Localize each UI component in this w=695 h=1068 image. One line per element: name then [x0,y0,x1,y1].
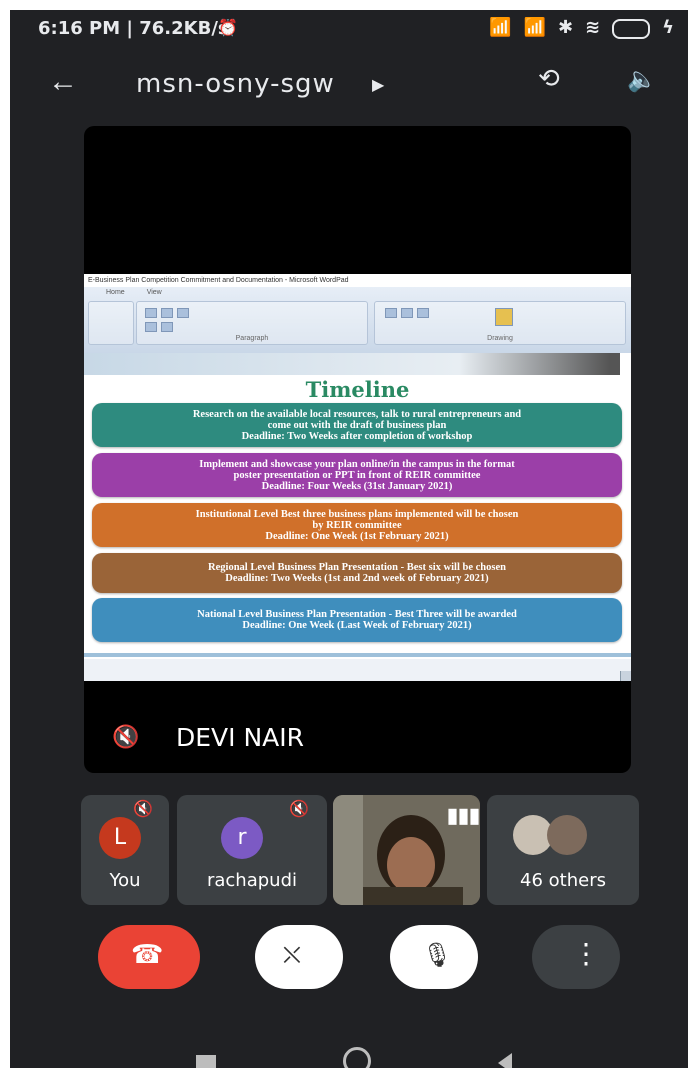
participant-tile-rachapudi[interactable]: 🔇 r rachapudi [177,795,327,905]
ribbon-tab-view: View [146,289,162,296]
slide-header-bar [84,353,620,375]
speaking-indicator-icon: ▮▮▮ [447,805,480,827]
ribbon-group-label: Drawing [487,335,513,342]
timeline-line: poster presentation or PPT in front of R… [233,469,481,481]
shape-icon [401,308,413,318]
meet-screen: 6:16 PM | 76.2KB/s ⏰ 📶 📶 ✱ ≋ ϟ ← msn-osn… [10,10,688,1068]
status-icons: 📶 📶 ✱ ≋ ϟ [489,17,674,39]
timeline-line: Deadline: Two Weeks after completion of … [241,430,473,442]
android-nav-bar [10,1045,688,1068]
battery-icon [612,19,651,39]
timeline-line: National Level Business Plan Presentatio… [197,609,517,620]
ribbon-group-paragraph: Paragraph [136,301,368,345]
document-area: Timeline Research on the available local… [84,353,631,681]
avatar: r [221,817,263,859]
signal-icon: 📶 [523,17,546,38]
participant-name: You [109,870,141,891]
speaker-name: DEVI NAIR [176,723,305,752]
back-icon[interactable] [498,1053,512,1068]
participant-video-tile[interactable]: ▮▮▮ [333,795,480,905]
back-arrow-icon[interactable]: ← [48,65,78,99]
camera-toggle-button[interactable]: ⛌ [255,925,343,989]
slide-title: Timeline [305,377,410,402]
shape-icon [417,308,429,318]
timeline-item: Research on the available local resource… [92,403,622,447]
caret-right-icon[interactable]: ▶ [372,75,384,95]
align-right-icon [177,308,189,318]
timeline-item: Regional Level Business Plan Presentatio… [92,553,622,593]
signal-icon: 📶 [489,17,512,38]
timeline-line: Deadline: Two Weeks (1st and 2nd week of… [225,573,489,584]
wifi-icon: ≋ [585,17,601,38]
slide-footer-bar [84,653,631,657]
status-time: 6:16 PM | 76.2KB/s [38,18,229,39]
wordpad-ribbon: Home View Paragraph Drawing [84,287,631,354]
meeting-header: ← msn-osny-sgw ▶ ⟲ 🔈 [10,55,688,115]
meeting-code[interactable]: msn-osny-sgw [136,69,335,99]
paint-icon [495,308,513,326]
timeline-line: Regional Level Business Plan Presentatio… [208,562,506,573]
home-icon[interactable] [343,1047,371,1068]
timeline-line: Research on the available local resource… [192,408,522,420]
timeline-line: Institutional Level Best three business … [195,508,519,520]
avatar: L [99,817,141,859]
mic-muted-icon: 🔇 [133,801,153,818]
timeline-line: Deadline: One Week (1st February 2021) [265,530,449,542]
participant-tile-others[interactable]: 46 others [487,795,639,905]
more-vert-icon: ⋮ [572,938,600,969]
call-controls: ☎ ⛌ 🎙 ⋮ [10,925,688,1015]
more-options-button[interactable]: ⋮ [532,925,620,989]
timeline-line: Implement and showcase your plan online/… [199,458,515,470]
timeline-line: Deadline: One Week (Last Week of Februar… [242,620,472,631]
document-margin [84,659,631,681]
speaker-icon[interactable]: 🔈 [627,65,657,94]
align-center-icon [161,308,173,318]
resize-grip-icon[interactable] [620,671,631,681]
mic-muted-icon: 🔇 [289,801,309,818]
timeline-item: Implement and showcase your plan online/… [92,453,622,497]
ribbon-tab-home: Home [106,289,125,296]
status-bar: 6:16 PM | 76.2KB/s ⏰ 📶 📶 ✱ ≋ ϟ [10,10,688,50]
avatar [547,815,587,855]
switch-camera-icon[interactable]: ⟲ [538,63,560,94]
recents-icon[interactable] [196,1055,216,1068]
ribbon-tabs: Home View [106,289,162,296]
timeline-item: Institutional Level Best three business … [92,503,622,547]
alarm-icon: ⏰ [218,18,238,37]
shape-icon [385,308,397,318]
mic-toggle-button[interactable]: 🎙 [390,925,478,989]
participant-name: rachapudi [206,870,298,891]
align-left-icon [145,308,157,318]
timeline-item: National Level Business Plan Presentatio… [92,598,622,642]
camera-off-icon: ⛌ [283,942,301,969]
presenter-tile[interactable]: E-Business Plan Competition Commitment a… [84,126,631,773]
ribbon-group-clipboard [88,301,134,345]
others-count: 46 others [520,870,606,891]
participant-strip: 🔇 L You 🔇 r rachapudi ▮▮▮ 46 others [81,795,641,905]
mic-muted-icon: 🔇 [112,724,140,749]
timeline-line: by REIR committee [312,519,402,531]
hang-up-icon: ☎ [131,939,164,969]
window-title: E-Business Plan Competition Commitment a… [84,274,631,287]
ribbon-group-label: Paragraph [235,335,269,342]
timeline-line: Deadline: Four Weeks (31st January 2021) [261,480,453,492]
timeline-line: come out with the draft of business plan [267,419,447,431]
mic-off-icon: 🎙 [422,942,453,969]
charging-icon: ϟ [662,17,674,38]
shared-screen: E-Business Plan Competition Commitment a… [84,274,631,681]
ribbon-group-drawing: Drawing [374,301,626,345]
indent-icon [161,322,173,332]
end-call-button[interactable]: ☎ [98,925,200,989]
list-icon [145,322,157,332]
bluetooth-icon: ✱ [557,17,574,38]
participant-tile-you[interactable]: 🔇 L You [81,795,169,905]
